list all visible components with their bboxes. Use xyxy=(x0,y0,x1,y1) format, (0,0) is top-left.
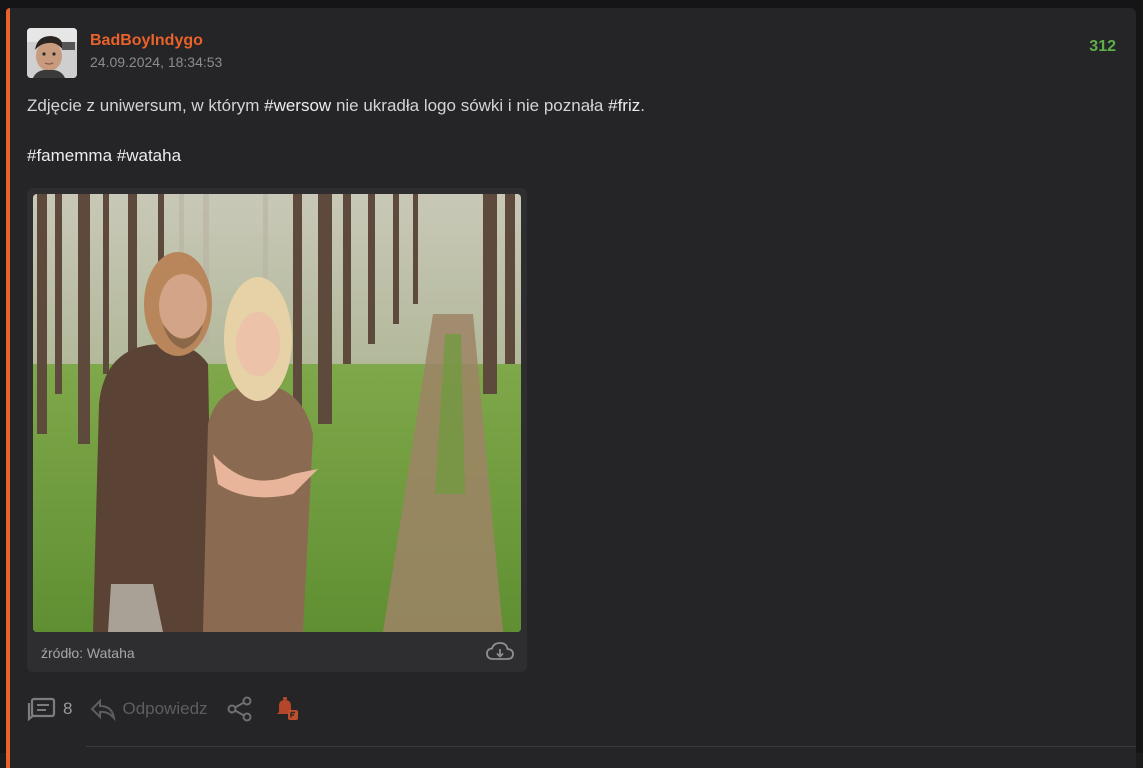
share-icon xyxy=(227,696,252,722)
bell-icon xyxy=(276,697,298,720)
reply-label: Odpowiedz xyxy=(122,699,208,718)
post-text-part: nie ukradła logo sówki i nie poznała xyxy=(331,96,609,115)
post-accent-bar xyxy=(6,8,10,768)
comments-count: 8 xyxy=(63,699,73,718)
vote-count[interactable]: 312 xyxy=(1089,38,1116,56)
share-button[interactable] xyxy=(226,696,254,722)
tag-friz[interactable]: #friz xyxy=(608,96,640,115)
comments-icon xyxy=(27,697,56,722)
media-embed: źródło: Wataha xyxy=(27,188,527,672)
image-source: źródło: Wataha xyxy=(41,645,135,661)
post-timestamp: 24.09.2024, 18:34:53 xyxy=(90,54,223,70)
forest-photo xyxy=(33,194,521,632)
tag-wersow[interactable]: #wersow xyxy=(264,96,331,115)
post-text-part: . xyxy=(640,96,645,115)
notify-button[interactable] xyxy=(272,696,300,722)
divider xyxy=(86,746,1136,747)
download-button[interactable] xyxy=(485,640,515,664)
tag-famemma[interactable]: #famemma xyxy=(27,146,112,165)
post-image[interactable] xyxy=(33,194,521,632)
tag-wataha[interactable]: #wataha xyxy=(117,146,181,165)
reply-icon xyxy=(91,698,116,721)
reply-button[interactable]: Odpowiedz xyxy=(90,697,208,721)
comments-button[interactable]: 8 xyxy=(27,696,72,722)
post-card: BadBoyIndygo 24.09.2024, 18:34:53 312 Zd… xyxy=(6,8,1136,768)
post-text-part: Zdjęcie z uniwersum, w którym xyxy=(27,96,265,115)
cloud-download-icon xyxy=(486,642,514,660)
post-actions: 8 Odpowiedz xyxy=(27,694,318,724)
page-frame: BadBoyIndygo 24.09.2024, 18:34:53 312 Zd… xyxy=(0,0,1143,768)
author-name[interactable]: BadBoyIndygo xyxy=(90,32,203,50)
avatar-image xyxy=(27,28,77,78)
post-tags: #famemma #wataha xyxy=(27,144,181,168)
author-avatar[interactable] xyxy=(27,28,77,78)
post-body: Zdjęcie z uniwersum, w którym #wersow ni… xyxy=(27,94,645,118)
